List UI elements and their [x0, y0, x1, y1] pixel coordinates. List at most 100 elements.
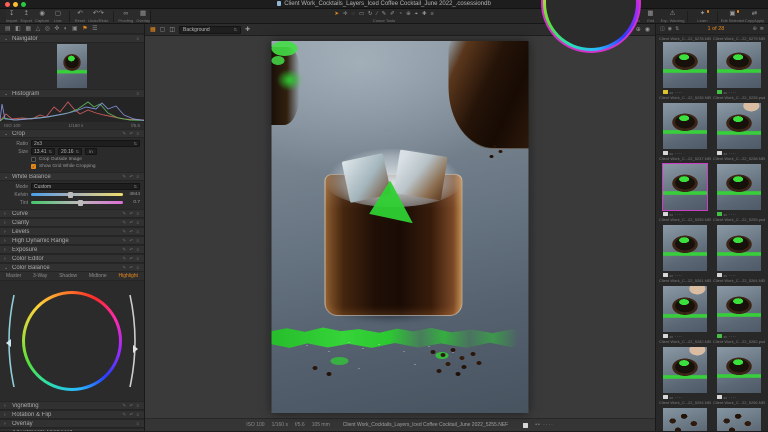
thumbnail-image[interactable]: [717, 347, 761, 393]
crop-tool-icon[interactable]: ▭: [359, 11, 364, 17]
crop-height-input[interactable]: 20.16 ⇅: [58, 148, 82, 155]
crop-width-input[interactable]: 13.41 ⇅: [31, 148, 55, 155]
section-header-clarity[interactable]: › Clarity ✎ ↶ ≡: [0, 218, 144, 227]
section-header-hdr[interactable]: › High Dynamic Range ✎ ↶ ≡: [0, 236, 144, 245]
rating-dots[interactable]: •• ····: [724, 90, 737, 95]
export-button[interactable]: ↥ Export: [20, 10, 32, 23]
color-tag[interactable]: [717, 333, 722, 339]
zoom-fit-select[interactable]: Fit ⌄: [619, 27, 632, 33]
shape-tab-icon[interactable]: △: [36, 24, 41, 34]
tab-3way[interactable]: 3-Way: [33, 273, 47, 279]
section-action-icons[interactable]: ✎ ↶ ≡: [122, 403, 140, 409]
white-balance-picker-icon[interactable]: ⌖: [415, 11, 418, 17]
wheel-center-marker[interactable]: [69, 338, 75, 344]
thumbnail-image[interactable]: [717, 42, 761, 88]
color-tab-icon[interactable]: ◎: [45, 24, 50, 34]
adjustments-tab-icon[interactable]: ▣: [72, 24, 78, 34]
thumbnail-cell-selected[interactable]: •• ···· Client Work_C...22_5255.NEF: [659, 163, 711, 223]
section-header-color-editor[interactable]: › Color Editor ✎ ↶ ≡: [0, 254, 144, 263]
thumbnail-cell[interactable]: •• ···· Client Work_C...22_5294.NEF: [659, 347, 711, 406]
hue-ring[interactable]: [22, 291, 122, 391]
rotate-tool-icon[interactable]: ↻: [368, 11, 373, 17]
focus-mask-button[interactable]: ▥ Focus Mask: [541, 0, 641, 53]
section-action-icons[interactable]: ✎ ↶ ≡: [122, 238, 140, 244]
close-window-button[interactable]: [5, 2, 10, 7]
thumbnail-cell[interactable]: •• ···· Client Work_C...22_5238.NEF: [713, 103, 765, 162]
add-adjustment-tool-icon[interactable]: ✚: [422, 11, 427, 17]
rating-dots[interactable]: •• ····: [670, 151, 683, 156]
section-header-rotation-flip[interactable]: › Rotation & Flip ✎ ↶ ≡: [0, 410, 144, 419]
filmstrip-view-icon[interactable]: ◫: [660, 26, 665, 32]
thumbnail-image[interactable]: [717, 225, 761, 271]
main-image[interactable]: [271, 41, 529, 413]
details-tab-icon[interactable]: ◐: [64, 24, 68, 34]
color-tag[interactable]: [717, 89, 722, 95]
checkbox-checked[interactable]: ✓: [31, 163, 36, 169]
rating-dots[interactable]: •• ····: [724, 151, 737, 156]
add-layer-icon[interactable]: ✚: [245, 24, 250, 36]
thumbnail-cell[interactable]: •• ···· Client Work_C...22_5282.NEF: [659, 286, 711, 345]
undo-redo-button[interactable]: ↶↷ Undo/Redo: [88, 10, 108, 23]
thumbnail-image[interactable]: [663, 347, 707, 393]
color-tag[interactable]: [663, 394, 668, 400]
tab-shadow[interactable]: Shadow: [59, 273, 77, 279]
select-tool-icon[interactable]: ➤: [334, 11, 339, 17]
rating-dots[interactable]: •• ····: [670, 395, 683, 400]
crop-ratio-select[interactable]: 2x3 ⇅: [31, 140, 140, 147]
live-button[interactable]: ▢ Live: [52, 10, 63, 23]
search-icon[interactable]: ⊕: [753, 26, 757, 32]
section-action-icons[interactable]: ✎ ↶ ≡: [122, 265, 140, 271]
section-menu-icon[interactable]: ≡: [136, 36, 140, 41]
thumbnail-cell[interactable]: •• ···· Client Work_C...22_5235.psd: [713, 42, 765, 101]
layer-empty-icon[interactable]: ▢: [160, 24, 166, 36]
exposure-tab-icon[interactable]: ✜: [54, 24, 59, 34]
wb-mode-select[interactable]: Custom ⇅: [31, 183, 140, 190]
color-tag[interactable]: [717, 272, 722, 278]
viewer-canvas[interactable]: [145, 36, 655, 418]
more-tabs-icon[interactable]: ☰: [92, 24, 97, 34]
rating-dots[interactable]: •• ····: [670, 273, 683, 278]
thumbnail-cell[interactable]: [713, 408, 765, 431]
zoom-loupe-icon[interactable]: ⊕: [636, 24, 641, 36]
thumbnail-image[interactable]: [663, 408, 707, 431]
proofing-button[interactable]: ∞ Proofing: [118, 10, 133, 23]
overlay-button[interactable]: ▦ Overlay: [136, 10, 150, 23]
section-header-exposure[interactable]: › Exposure ✎ ↶ ≡: [0, 245, 144, 254]
thumbnail-cell[interactable]: •• ···· Client Work_C...22_5282.psd: [713, 286, 765, 345]
thumbnail-cell[interactable]: •• ···· Client Work_C...22_5255.psd: [713, 164, 765, 223]
section-header-white-balance[interactable]: ⌄ White Balance ✎ ↶ ≡: [0, 172, 144, 181]
tab-midtone[interactable]: Midtone: [89, 273, 107, 279]
capture-tab-icon[interactable]: ◧: [15, 24, 21, 34]
section-action-icons[interactable]: ✎ ↶ ≡: [122, 247, 140, 253]
composition-button[interactable]: ⌗ Composition: [617, 10, 639, 23]
minimize-window-button[interactable]: [13, 2, 18, 7]
thumbnail-cell[interactable]: •• ···· Client Work_C...22_5235.NEF: [659, 42, 711, 101]
thumbnail-image[interactable]: [663, 103, 707, 149]
filter-icon[interactable]: ≣: [760, 26, 764, 32]
section-action-icons[interactable]: ✎ ↶ ≡: [122, 131, 140, 137]
color-tag[interactable]: [663, 211, 668, 217]
thumbnail-image[interactable]: [663, 286, 707, 332]
section-menu-icon[interactable]: ≡: [136, 421, 140, 426]
edit-selected-button[interactable]: ▣ Edit Selected: [721, 10, 744, 23]
color-tag[interactable]: [717, 394, 722, 400]
thumbnail-cell[interactable]: •• ···· Client Work_C...22_5264.NEF: [713, 225, 765, 284]
tab-master[interactable]: Master: [6, 273, 21, 279]
section-header-navigator[interactable]: ⌄ Navigator ≡: [0, 34, 144, 43]
section-header-histogram[interactable]: ⌄ Histogram ≡: [0, 89, 144, 98]
color-tag[interactable]: [663, 150, 668, 156]
thumbnail-cell[interactable]: [659, 408, 711, 431]
copy-apply-button[interactable]: ⇄ CopyApply: [745, 10, 764, 23]
maximize-window-button[interactable]: [21, 2, 26, 7]
rating-dots[interactable]: •• ····: [724, 212, 737, 217]
tab-highlight[interactable]: Highlight: [118, 273, 137, 279]
more-tools-icon[interactable]: ≡: [430, 11, 433, 17]
thumbnail-image[interactable]: [717, 103, 761, 149]
import-button[interactable]: ↧ Import: [6, 10, 17, 23]
section-header-adjustments-clipboard[interactable]: ›Adjustments Clipboard≡: [0, 428, 144, 431]
rating-dots[interactable]: •• ····: [724, 273, 737, 278]
thumbnail-image[interactable]: [717, 408, 761, 431]
kelvin-slider[interactable]: [31, 191, 123, 198]
rating-dots[interactable]: •• ····: [670, 90, 683, 95]
section-action-icons[interactable]: ✎ ↶ ≡: [122, 256, 140, 262]
